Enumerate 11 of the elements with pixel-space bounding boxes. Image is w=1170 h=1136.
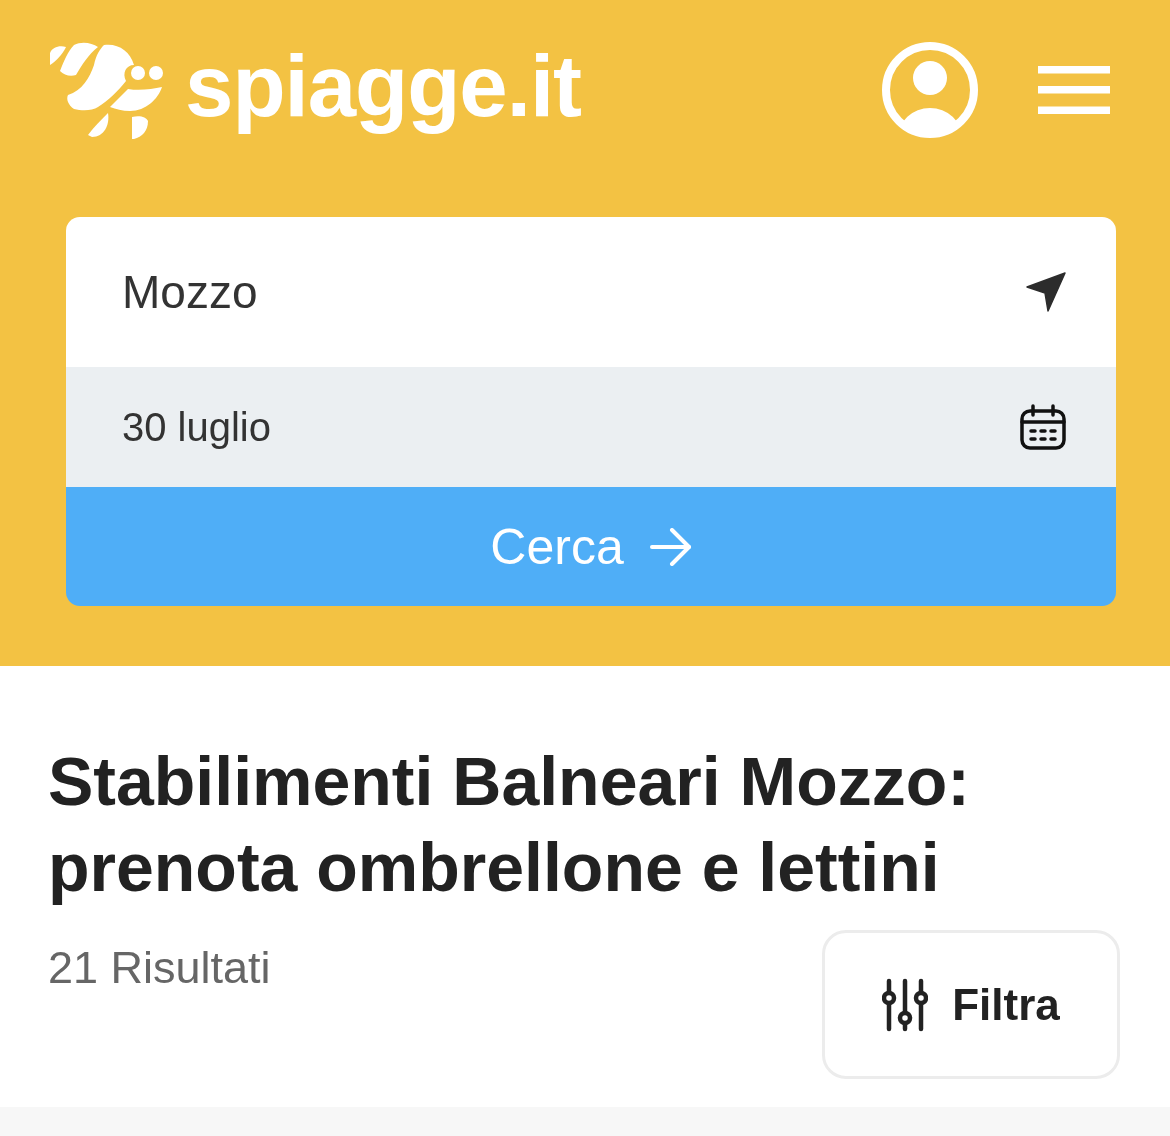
calendar-icon[interactable]: [1020, 404, 1066, 450]
results-count: 21 Risultati: [48, 942, 271, 994]
navigation-arrow-icon[interactable]: [1026, 272, 1066, 312]
filter-button[interactable]: Filtra: [822, 930, 1120, 1079]
menu-icon: [1038, 66, 1110, 114]
logo-icon: [48, 41, 165, 139]
user-account-icon: [882, 42, 978, 138]
location-field[interactable]: Mozzo: [66, 217, 1116, 367]
sliders-icon: [882, 977, 929, 1032]
results-heading: Stabilimenti Balneari Mozzo: prenota ombrellone e lettini: [48, 742, 971, 907]
date-field[interactable]: 30 luglio: [66, 367, 1116, 487]
